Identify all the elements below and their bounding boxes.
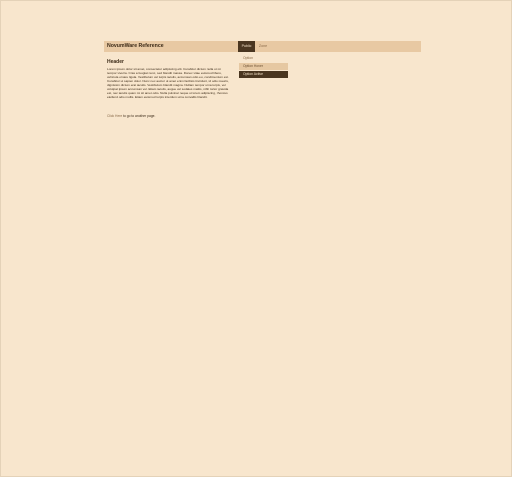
tab-public[interactable]: Public xyxy=(238,41,255,52)
menu-item-option[interactable]: Option xyxy=(239,55,288,62)
page-header: Header xyxy=(107,59,124,65)
menu-item-option-hover[interactable]: Option Hover xyxy=(239,63,288,70)
body-text: Lorem ipsum dolor sit amet, consectetur … xyxy=(107,67,229,99)
side-menu: Option Option Hover Option Active xyxy=(239,55,288,79)
tab-zone[interactable]: Zone xyxy=(256,41,270,52)
link-line: Click Here to go to another page. xyxy=(107,114,155,118)
click-here-link[interactable]: Click Here xyxy=(107,114,122,118)
site-title: NovumWare Reference xyxy=(107,43,164,49)
link-suffix: to go to another page. xyxy=(122,114,156,118)
menu-item-option-active[interactable]: Option Active xyxy=(239,71,288,78)
